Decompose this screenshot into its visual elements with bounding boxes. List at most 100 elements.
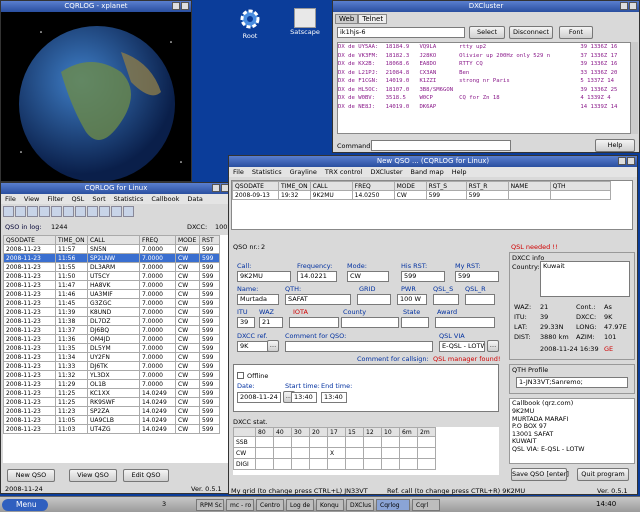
minimize-button[interactable] [620, 2, 628, 10]
menu-item[interactable]: Statistics [114, 194, 144, 204]
spot-row[interactable]: DX de F1CGN: 14019.0 K1ZZI strong nr Paris 5… [338, 77, 630, 86]
column-header[interactable]: NAME [507, 181, 551, 191]
taskbar-task[interactable]: Centro [256, 499, 284, 511]
menu-item[interactable]: Help [452, 167, 467, 177]
itu-input[interactable]: 39 [237, 317, 255, 328]
view-qso-button[interactable]: View QSO [69, 469, 117, 482]
edit-icon[interactable] [39, 206, 50, 217]
table-row[interactable]: 2008-11-23 11:36 OM4JD 7.0000 CW 599 [3, 334, 220, 344]
filter-icon[interactable] [3, 206, 14, 217]
select-button[interactable]: Select [469, 26, 505, 39]
county-input[interactable] [341, 317, 399, 328]
spot-row[interactable]: DX de L21PJ: 21084.8 CX3AN Ben 33 1336Z 20 [338, 69, 630, 78]
table-row[interactable]: 2008-11-23 11:45 G3ZGC 7.0000 CW 599 [3, 298, 220, 308]
menu-item[interactable]: Statistics [252, 167, 282, 177]
column-header[interactable]: QTH [549, 181, 611, 191]
table-row[interactable]: 2008-11-23 11:34 UY2FN 7.0000 CW 599 [3, 352, 220, 362]
table-row[interactable]: 2008-11-23 11:37 DJ6BQ 7.0000 CW 599 [3, 325, 220, 335]
table-row[interactable]: 2008-11-23 11:57 SN5N 7.0000 CW 599 [3, 244, 220, 254]
start-menu-button[interactable]: Menu [2, 499, 48, 511]
table-row[interactable]: 2008-11-23 11:47 HA8VK 7.0000 CW 599 [3, 280, 220, 290]
column-header[interactable]: CALL [309, 181, 353, 191]
desktop-icon-satscape[interactable]: Satscape [282, 8, 328, 36]
menu-item[interactable]: QSL [71, 194, 84, 204]
table-row[interactable]: 2008-11-23 11:35 DL5YM 7.0000 CW 599 [3, 343, 220, 353]
new-qso-button[interactable]: New QSO [7, 469, 55, 482]
spot-row[interactable]: DX de HL5OC: 18107.0 3B8/SM6GON 39 1336Z 25 [338, 86, 630, 95]
recent-qso-table[interactable]: QSODATE TIME_ON CALL FREQ MODE RST_S RST_R NAME… [232, 181, 611, 200]
qso-table[interactable]: QSODATE TIME_ON CALL FREQ MODE RST 2008-11-23 1… [3, 235, 220, 434]
column-header[interactable]: RST [199, 235, 220, 245]
menu-item[interactable]: Sort [92, 194, 105, 204]
desktop-icon-root[interactable]: Root [232, 8, 268, 40]
menu-item[interactable]: Callbook [151, 194, 179, 204]
frequency-input[interactable]: 14.0221 [297, 271, 337, 282]
refresh-icon[interactable] [87, 206, 98, 217]
menu-item[interactable]: File [5, 194, 16, 204]
menu-item[interactable]: DXCluster [370, 167, 402, 177]
close-button[interactable] [627, 157, 635, 165]
menu-item[interactable]: Band map [411, 167, 444, 177]
tab-web[interactable]: Web [335, 14, 359, 24]
his-rst-input[interactable]: 599 [401, 271, 445, 282]
import-icon[interactable] [75, 206, 86, 217]
command-input[interactable] [371, 140, 511, 151]
close-button[interactable] [629, 2, 637, 10]
table-row[interactable]: 2008-11-23 11:39 K8UND 7.0000 CW 599 [3, 307, 220, 317]
table-row[interactable]: 2008-11-23 11:38 DL7DZ 7.0000 CW 599 [3, 316, 220, 326]
comment-input[interactable] [285, 341, 433, 352]
table-row[interactable]: 2008-11-23 11:29 OL1B 7.0000 CW 599 [3, 379, 220, 389]
menu-item[interactable]: View [24, 194, 39, 204]
my-rst-input[interactable]: 599 [455, 271, 499, 282]
menu-item[interactable]: File [233, 167, 244, 177]
scrollbar[interactable] [631, 42, 638, 134]
table-row[interactable]: 2008-11-23 11:05 UA9CLB 14.0249 CW 599 [3, 415, 220, 425]
font-button[interactable]: Font [559, 26, 593, 39]
power-input[interactable]: 100 W [397, 294, 427, 305]
node-select[interactable]: ik1hjs-6 [337, 27, 465, 38]
delete-icon[interactable] [51, 206, 62, 217]
column-header[interactable]: FREQ [139, 235, 176, 245]
taskbar-task[interactable]: Konqu [316, 499, 344, 511]
qsl-r-select[interactable] [465, 294, 495, 305]
spot-row[interactable]: DX de KX2B: 18068.6 EA8DO RTTY CQ 39 1336Z 1… [338, 60, 630, 69]
workspace-indicator[interactable]: 3 [162, 500, 172, 508]
edit-qso-button[interactable]: Edit QSO [123, 469, 169, 482]
call-input[interactable]: 9K2MU [237, 271, 291, 282]
close-button[interactable] [181, 2, 189, 10]
spot-row[interactable]: DX de UY5AA: 18184.9 VQ9LA rtty up2 39 1336Z… [338, 43, 630, 52]
quit-button[interactable]: Quit program [577, 468, 629, 481]
menu-item[interactable]: Data [187, 194, 203, 204]
stats-icon[interactable] [111, 206, 122, 217]
qsl-icon[interactable] [99, 206, 110, 217]
start-time-input[interactable]: 13:40 [291, 392, 317, 403]
save-qso-button[interactable]: Save QSO [enter] [511, 468, 569, 481]
help-button[interactable]: Help [595, 139, 635, 152]
column-header[interactable]: QSODATE [232, 181, 279, 191]
iota-input[interactable] [289, 317, 339, 328]
table-row[interactable]: 2008-11-23 11:55 DL3ARM 7.0000 CW 599 [3, 262, 220, 272]
menu-item[interactable]: Grayline [290, 167, 317, 177]
table-row[interactable]: 2008-11-23 11:56 SP2LNW 7.0000 CW 599 [3, 253, 220, 263]
offline-checkbox[interactable] [237, 372, 244, 379]
minimize-button[interactable] [618, 157, 626, 165]
column-header[interactable]: MODE [175, 235, 200, 245]
date-input[interactable]: 2008-11-24 [237, 392, 281, 403]
search-icon[interactable] [27, 206, 38, 217]
name-input[interactable]: Murtada [237, 294, 279, 305]
column-header[interactable]: RST_R [465, 181, 509, 191]
config-icon[interactable] [123, 206, 134, 217]
taskbar-task[interactable]: mc - ro [226, 499, 254, 511]
spot-list[interactable]: DX de UY5AA: 18184.9 VQ9LA rtty up2 39 1336Z… [337, 42, 631, 134]
minimize-button[interactable] [172, 2, 180, 10]
state-input[interactable] [401, 317, 429, 328]
tab-telnet[interactable]: Telnet [358, 14, 388, 24]
menu-item[interactable]: Filter [47, 194, 63, 204]
minimize-button[interactable] [212, 184, 220, 192]
table-row[interactable]: 2008-11-23 11:33 DJ6TK 7.0000 CW 599 [3, 361, 220, 371]
qth-profile-select[interactable]: 1-JN33VT;Sanremo; [516, 377, 628, 388]
column-header[interactable]: TIME_ON [278, 181, 311, 191]
spot-row[interactable]: DX de VK3FM: 18182.3 J28KO Olivier up 200Hz… [338, 52, 630, 61]
column-header[interactable]: RST_S [425, 181, 467, 191]
grid-input[interactable] [357, 294, 391, 305]
